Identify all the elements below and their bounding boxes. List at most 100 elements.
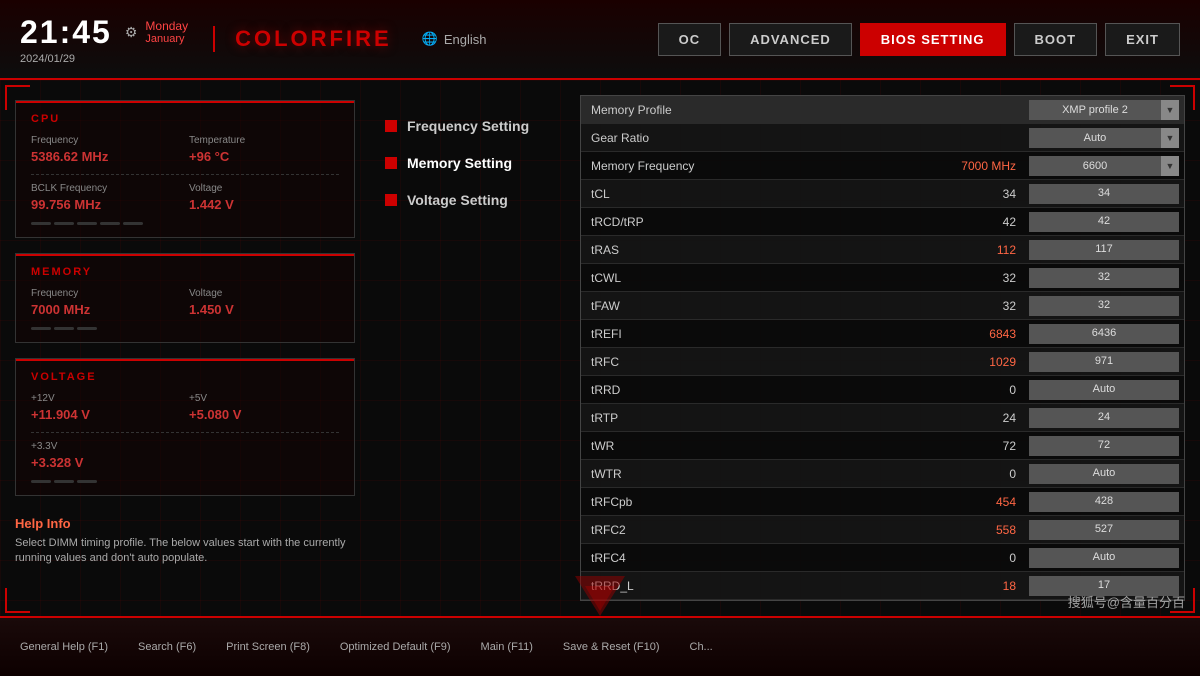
table-row[interactable]: tWR7272 <box>581 432 1184 460</box>
menu-label-memory: Memory Setting <box>407 155 512 171</box>
table-row[interactable]: tREFI68436436 <box>581 320 1184 348</box>
cpu-temperature-label: Temperature <box>189 135 339 146</box>
table-row[interactable]: tRCD/tRP4242 <box>581 208 1184 236</box>
language-section[interactable]: 🌐 English <box>422 31 487 47</box>
table-wrapper[interactable]: Memory ProfileXMP profile 2▼Gear RatioAu… <box>581 96 1184 600</box>
help-section: Help Info Select DIMM timing profile. Th… <box>15 516 355 567</box>
setting-input-box[interactable]: 32 <box>1029 268 1179 288</box>
setting-input-col[interactable]: 24 <box>1024 406 1184 430</box>
setting-input-col[interactable]: Auto <box>1024 378 1184 402</box>
table-row[interactable]: tCWL3232 <box>581 264 1184 292</box>
cpu-frequency-label: Frequency <box>31 135 181 146</box>
setting-input-box[interactable]: 34 <box>1029 184 1179 204</box>
cpu-card: CPU Frequency 5386.62 MHz Temperature +9… <box>15 100 355 238</box>
setting-input-col[interactable]: 971 <box>1024 350 1184 374</box>
setting-input-box[interactable]: 428 <box>1029 492 1179 512</box>
nav-tabs: OC ADVANCED BIOS SETTING BOOT EXIT <box>658 23 1180 56</box>
setting-name: tRAS <box>581 239 924 261</box>
setting-input-box[interactable]: 42 <box>1029 212 1179 232</box>
setting-current-value: 112 <box>924 239 1024 261</box>
setting-current-value: 7000 MHz <box>924 155 1024 177</box>
table-row[interactable]: tCL3434 <box>581 180 1184 208</box>
setting-input-col[interactable]: Auto <box>1024 462 1184 486</box>
setting-input-col[interactable]: 72 <box>1024 434 1184 458</box>
table-row[interactable]: tRAS112117 <box>581 236 1184 264</box>
setting-input-box[interactable]: 6436 <box>1029 324 1179 344</box>
dropdown-arrow-icon[interactable]: ▼ <box>1161 128 1179 148</box>
dropdown-arrow-icon[interactable]: ▼ <box>1161 156 1179 176</box>
voltage-card: VOLTAGE +12V +11.904 V +5V +5.080 V +3.3… <box>15 358 355 496</box>
v33-label: +3.3V <box>31 441 181 452</box>
tab-oc[interactable]: OC <box>658 23 722 56</box>
setting-input-col[interactable]: XMP profile 2▼ <box>1024 98 1184 122</box>
table-row[interactable]: tRTP2424 <box>581 404 1184 432</box>
cpu-voltage-field: Voltage 1.442 V <box>189 183 339 214</box>
setting-input-col[interactable]: 32 <box>1024 266 1184 290</box>
v5-value: +5.080 V <box>189 407 241 422</box>
day-name: Monday <box>145 19 188 33</box>
table-row[interactable]: Memory Frequency7000 MHz6600▼ <box>581 152 1184 180</box>
triangle-inner-decoration <box>585 586 615 611</box>
input-with-arrow[interactable]: Auto▼ <box>1029 128 1179 148</box>
setting-input-col[interactable]: 428 <box>1024 490 1184 514</box>
table-row[interactable]: tRFCpb454428 <box>581 488 1184 516</box>
setting-input-col[interactable]: Auto▼ <box>1024 126 1184 150</box>
menu-item-voltage[interactable]: Voltage Setting <box>380 184 560 216</box>
setting-input-box[interactable]: 24 <box>1029 408 1179 428</box>
tab-advanced[interactable]: ADVANCED <box>729 23 852 56</box>
setting-current-value: 6843 <box>924 323 1024 345</box>
menu-label-frequency: Frequency Setting <box>407 118 529 134</box>
dropdown-arrow-icon[interactable]: ▼ <box>1161 100 1179 120</box>
setting-input-col[interactable]: 42 <box>1024 210 1184 234</box>
input-with-arrow[interactable]: 6600▼ <box>1029 156 1179 176</box>
cpu-title: CPU <box>31 113 339 125</box>
setting-input-box[interactable]: 527 <box>1029 520 1179 540</box>
setting-input-col[interactable]: 6600▼ <box>1024 154 1184 178</box>
tab-bios-setting[interactable]: BIOS SETTING <box>860 23 1006 56</box>
setting-current-value: 558 <box>924 519 1024 541</box>
table-row[interactable]: Memory ProfileXMP profile 2▼ <box>581 96 1184 124</box>
setting-input-box[interactable]: 72 <box>1029 436 1179 456</box>
key-general-help: General Help (F1) <box>20 641 108 653</box>
setting-input-col[interactable]: 32 <box>1024 294 1184 318</box>
setting-input-col[interactable]: 34 <box>1024 182 1184 206</box>
setting-input-box[interactable]: Auto <box>1029 464 1179 484</box>
key-search: Search (F6) <box>138 641 196 653</box>
setting-input-col[interactable]: 527 <box>1024 518 1184 542</box>
menu-indicator-frequency <box>385 120 397 132</box>
setting-current-value: 32 <box>924 295 1024 317</box>
table-row[interactable]: tRFC40Auto <box>581 544 1184 572</box>
memory-title: MEMORY <box>31 266 339 278</box>
table-row[interactable]: tRFC1029971 <box>581 348 1184 376</box>
table-row[interactable]: tWTR0Auto <box>581 460 1184 488</box>
setting-input-col[interactable]: 6436 <box>1024 322 1184 346</box>
cpu-temperature-value: +96 °C <box>189 149 229 164</box>
menu-item-memory[interactable]: Memory Setting <box>380 147 560 179</box>
time-display: 21:45 <box>20 14 112 51</box>
table-row[interactable]: tRFC2558527 <box>581 516 1184 544</box>
menu-item-frequency[interactable]: Frequency Setting <box>380 110 560 142</box>
setting-input-box[interactable]: Auto <box>1029 380 1179 400</box>
setting-current-value <box>924 134 1024 142</box>
bottom-bar: General Help (F1) Search (F6) Print Scre… <box>0 616 1200 676</box>
month-name: January <box>145 33 188 45</box>
table-row[interactable]: Gear RatioAuto▼ <box>581 124 1184 152</box>
setting-current-value: 32 <box>924 267 1024 289</box>
setting-input-col[interactable]: 117 <box>1024 238 1184 262</box>
setting-current-value <box>924 106 1024 114</box>
setting-name: tRFC <box>581 351 924 373</box>
tab-boot[interactable]: BOOT <box>1014 23 1098 56</box>
input-with-arrow[interactable]: XMP profile 2▼ <box>1029 100 1179 120</box>
key-ch: Ch... <box>690 641 713 653</box>
table-row[interactable]: tFAW3232 <box>581 292 1184 320</box>
key-main: Main (F11) <box>481 641 533 653</box>
setting-name: tRTP <box>581 407 924 429</box>
setting-input-box[interactable]: 117 <box>1029 240 1179 260</box>
tab-exit[interactable]: EXIT <box>1105 23 1180 56</box>
setting-input-box[interactable]: 32 <box>1029 296 1179 316</box>
setting-input-box[interactable]: Auto <box>1029 548 1179 568</box>
setting-current-value: 34 <box>924 183 1024 205</box>
setting-input-col[interactable]: Auto <box>1024 546 1184 570</box>
setting-input-box[interactable]: 971 <box>1029 352 1179 372</box>
table-row[interactable]: tRRD0Auto <box>581 376 1184 404</box>
